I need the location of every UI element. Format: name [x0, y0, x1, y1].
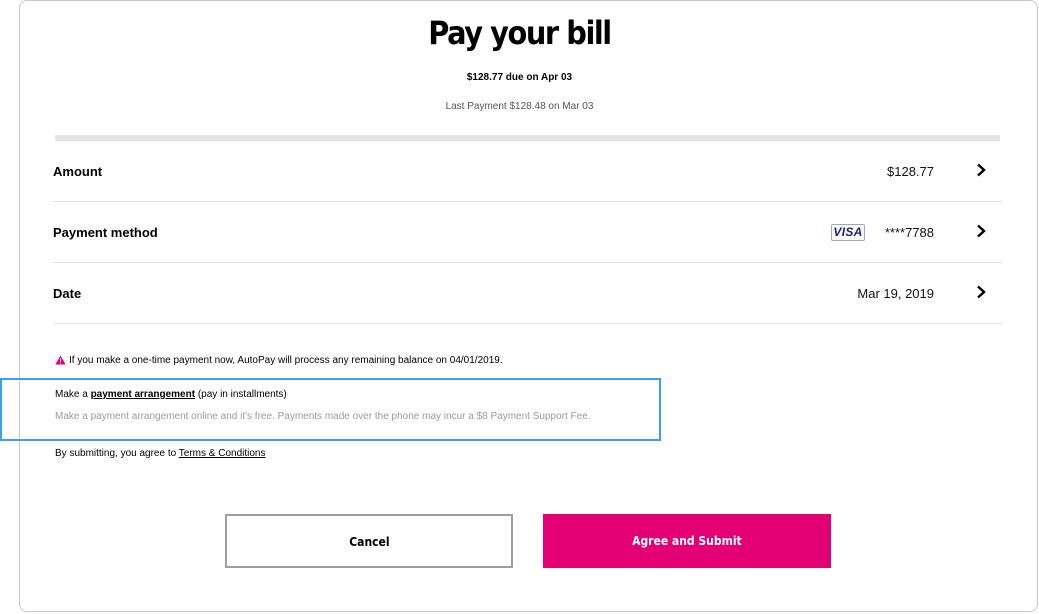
payment-arrangement-line: Make a payment arrangement (pay in insta…: [55, 389, 287, 400]
visa-card-icon: VISA: [831, 224, 865, 241]
due-amount-text: $128.77 due on Apr 03: [466, 72, 573, 83]
date-value: Mar 19, 2019: [857, 286, 934, 301]
submit-button-label: Agree and Submit: [632, 534, 742, 548]
arrangement-suffix: (pay in installments): [195, 389, 287, 400]
payment-arrangement-note: Make a payment arrangement online and it…: [55, 411, 591, 422]
warning-triangle-icon: [55, 355, 66, 365]
terms-line: By submitting, you agree to Terms & Cond…: [55, 448, 265, 459]
page-title: Pay your bill: [428, 14, 612, 52]
arrangement-prefix: Make a: [55, 389, 91, 400]
amount-value: $128.77: [887, 164, 934, 179]
cancel-button-label: Cancel: [348, 535, 390, 549]
cancel-button[interactable]: Cancel: [225, 514, 513, 568]
amount-row[interactable]: Amount $128.77: [53, 141, 1002, 202]
payment-arrangement-link[interactable]: payment arrangement: [91, 389, 195, 400]
payment-method-label: Payment method: [53, 225, 158, 240]
autopay-notice: If you make a one-time payment now, Auto…: [55, 355, 503, 366]
chevron-right-icon[interactable]: [974, 285, 988, 299]
agree-and-submit-button[interactable]: Agree and Submit: [543, 514, 831, 568]
date-label: Date: [53, 286, 82, 301]
date-row[interactable]: Date Mar 19, 2019: [53, 263, 1002, 324]
payment-method-row[interactable]: Payment method VISA ****7788: [53, 202, 1002, 263]
amount-label: Amount: [53, 164, 103, 179]
terms-prefix: By submitting, you agree to: [55, 448, 179, 459]
chevron-right-icon[interactable]: [974, 224, 988, 238]
autopay-notice-text: If you make a one-time payment now, Auto…: [69, 355, 503, 366]
chevron-right-icon[interactable]: [974, 163, 988, 177]
last-payment-text: Last Payment $128.48 on Mar 03: [445, 101, 594, 112]
payment-arrangement-highlight: [0, 378, 661, 441]
terms-conditions-link[interactable]: Terms & Conditions: [179, 448, 266, 459]
card-number-value: ****7788: [884, 225, 934, 240]
